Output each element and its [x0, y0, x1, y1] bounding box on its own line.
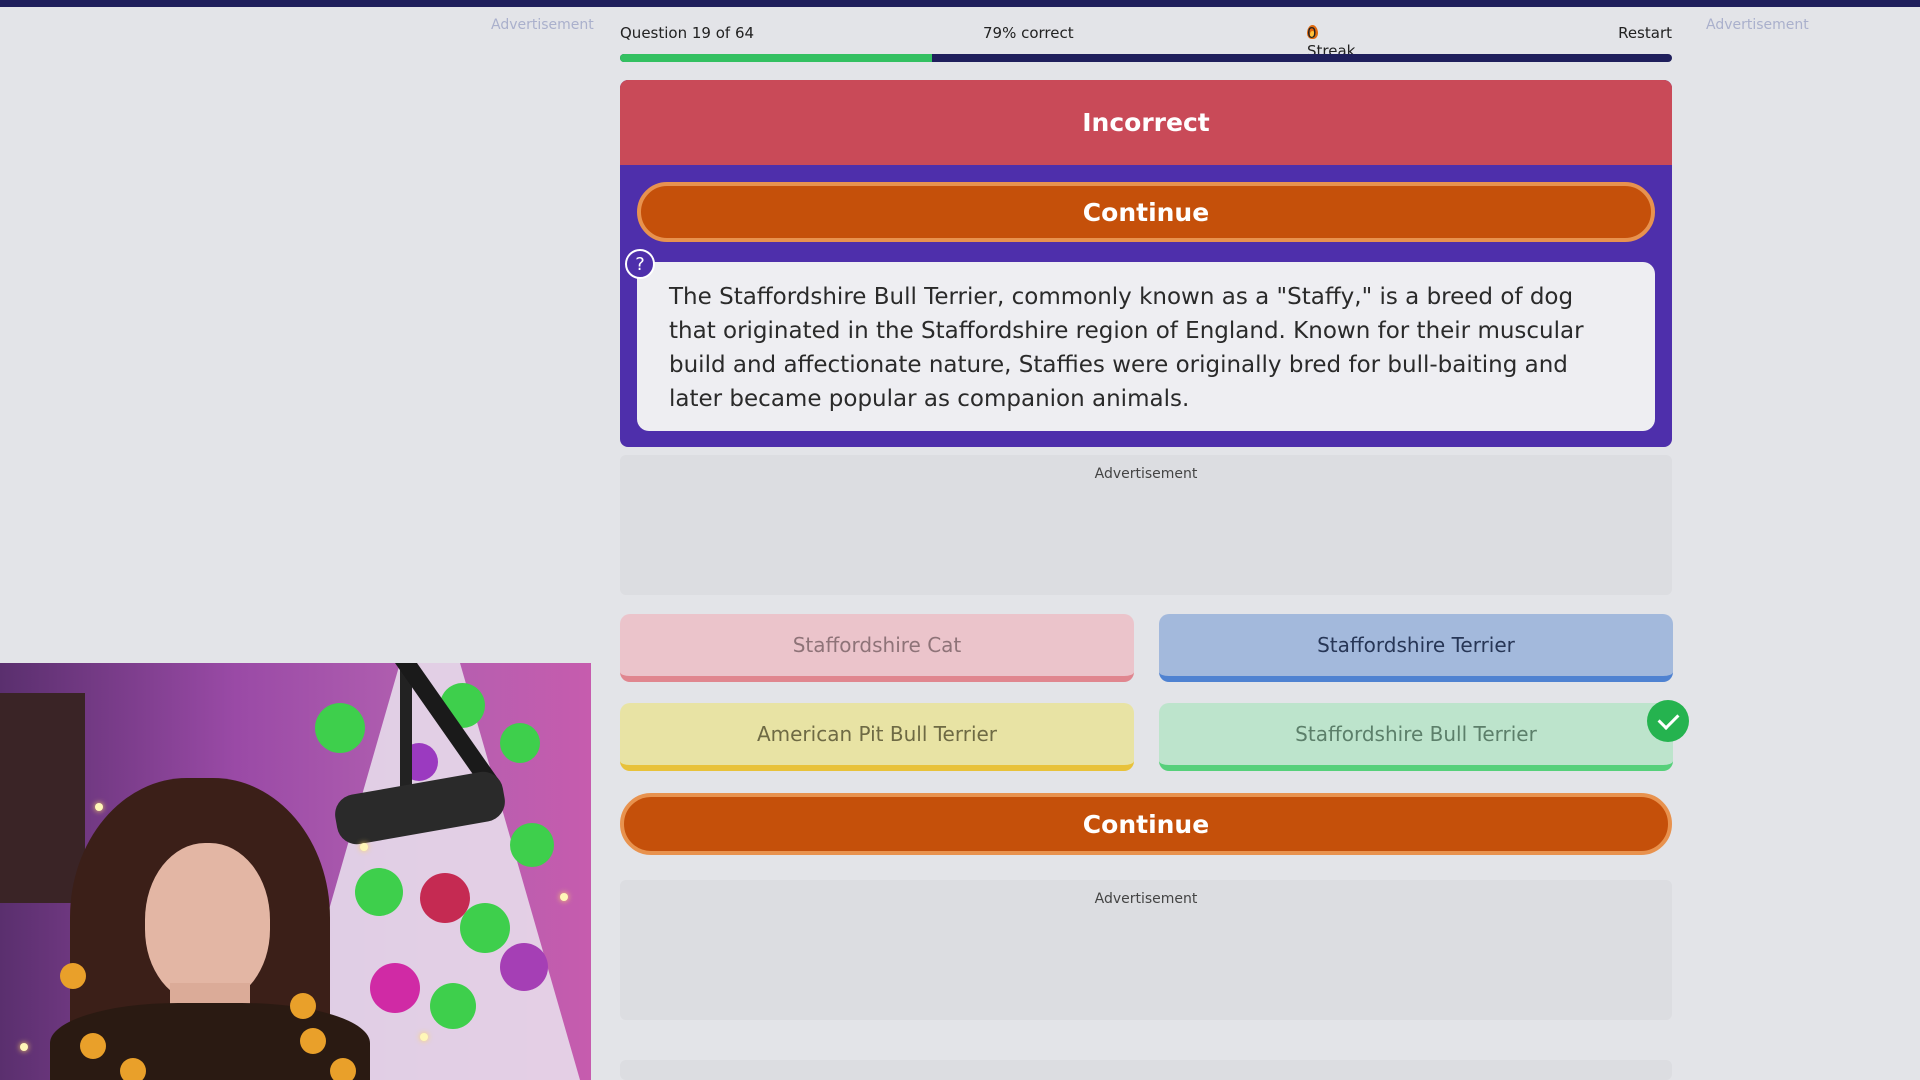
result-card: Incorrect Continue The Staffordshire Bul…	[620, 80, 1672, 447]
ad-slot-2: Advertisement	[620, 880, 1672, 1020]
ad-label: Advertisement	[1094, 891, 1198, 907]
dress-flower	[60, 963, 86, 989]
fairy-light	[95, 803, 103, 811]
ornament	[510, 823, 554, 867]
progress-fill	[620, 54, 933, 62]
ornament	[315, 703, 365, 753]
fairy-light	[360, 843, 368, 851]
question-counter: Question 19 of 64	[620, 24, 755, 42]
ornament	[430, 983, 476, 1029]
ad-label: Advertisement	[1094, 466, 1198, 482]
restart-link[interactable]: Restart	[1618, 24, 1672, 42]
dress-flower	[120, 1058, 146, 1080]
quiz-status-bar: Question 19 of 64 79% correct 0 Streak R…	[620, 24, 1672, 60]
dress-flower	[80, 1033, 106, 1059]
progress-bar	[620, 54, 1672, 62]
side-ad-left: Advertisement	[491, 17, 594, 33]
check-circle-icon	[1647, 700, 1689, 742]
continue-button-bottom[interactable]: Continue	[620, 793, 1672, 855]
ad-slot-1: Advertisement	[620, 455, 1672, 595]
explanation-text: The Staffordshire Bull Terrier, commonly…	[637, 262, 1655, 431]
ornament	[355, 868, 403, 916]
top-border-strip	[0, 0, 1920, 7]
answer-option-4[interactable]: Staffordshire Bull Terrier	[1159, 703, 1673, 771]
ornament	[370, 963, 420, 1013]
question-circle-icon[interactable]: ?	[625, 249, 655, 279]
answer-option-2[interactable]: Staffordshire Terrier	[1159, 614, 1673, 682]
fairy-light	[420, 1033, 428, 1041]
streamer-face	[145, 843, 270, 1003]
fairy-light	[560, 893, 568, 901]
ornament	[460, 903, 510, 953]
percent-correct: 79% correct	[983, 24, 1074, 42]
fairy-light	[20, 1043, 28, 1051]
webcam-shelf	[0, 693, 85, 903]
continue-button-top[interactable]: Continue	[637, 182, 1655, 242]
dress-flower	[330, 1058, 356, 1080]
answer-option-3[interactable]: American Pit Bull Terrier	[620, 703, 1134, 771]
ornament	[500, 943, 548, 991]
side-ad-right: Advertisement	[1706, 17, 1809, 33]
dress-flower	[290, 993, 316, 1019]
dress-flower	[300, 1028, 326, 1054]
ad-slot-3	[620, 1060, 1672, 1080]
result-header: Incorrect	[620, 80, 1672, 165]
answer-option-1[interactable]: Staffordshire Cat	[620, 614, 1134, 682]
ornament	[500, 723, 540, 763]
webcam-overlay	[0, 663, 591, 1080]
